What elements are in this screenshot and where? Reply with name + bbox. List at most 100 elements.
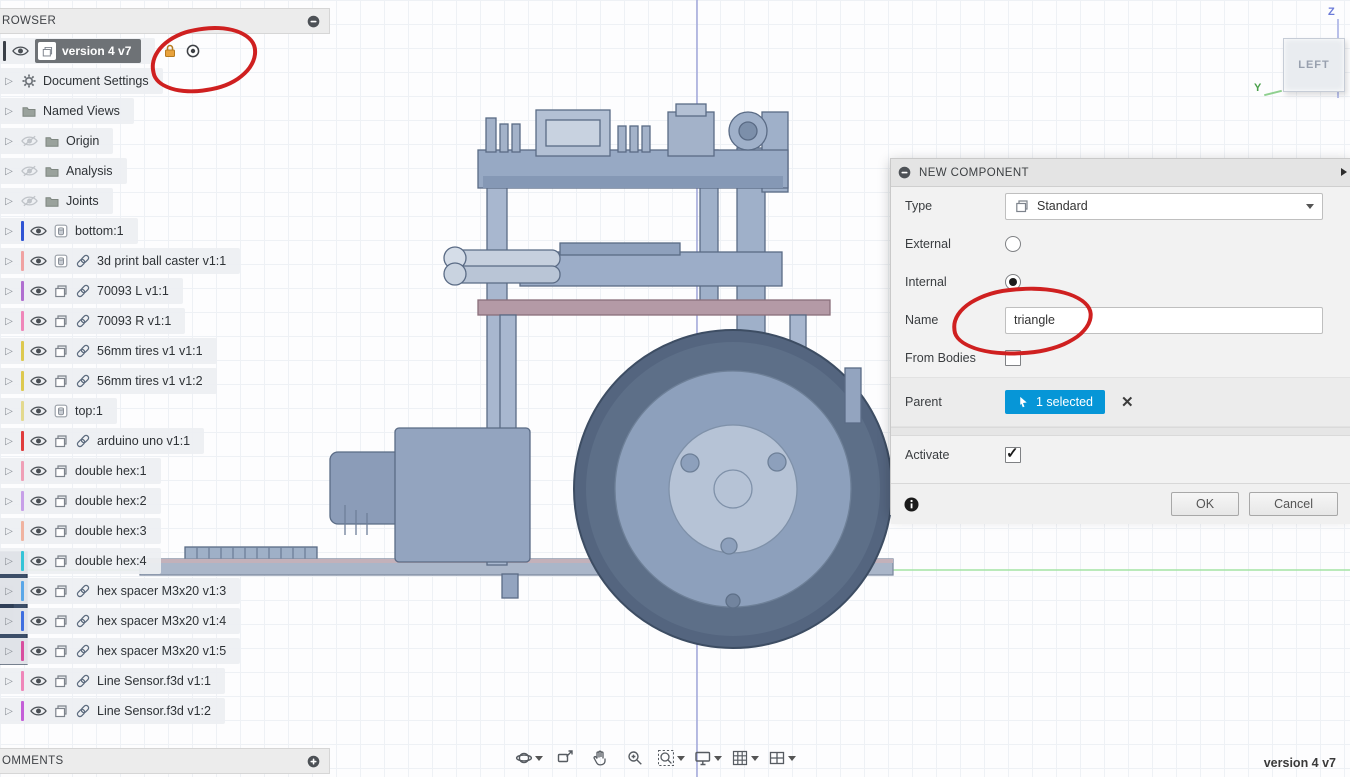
type-dropdown[interactable]: Standard bbox=[1005, 193, 1323, 220]
disclosure-arrow-icon[interactable]: ▷ bbox=[3, 106, 15, 117]
eye-slash-icon[interactable] bbox=[21, 135, 38, 147]
item-label: hex spacer M3x20 v1:4 bbox=[97, 614, 226, 628]
component-icon bbox=[53, 283, 69, 299]
disclosure-arrow-icon[interactable]: ▷ bbox=[3, 706, 15, 717]
eye-icon[interactable] bbox=[30, 465, 47, 477]
fit-icon[interactable] bbox=[654, 745, 688, 771]
eye-icon[interactable] bbox=[30, 555, 47, 567]
color-bar bbox=[21, 611, 24, 631]
expand-comments-icon[interactable] bbox=[306, 754, 321, 769]
eye-icon[interactable] bbox=[30, 285, 47, 297]
disclosure-arrow-icon[interactable]: ▷ bbox=[3, 226, 15, 237]
disclosure-arrow-icon[interactable]: ▷ bbox=[3, 256, 15, 267]
disclosure-arrow-icon[interactable]: ▷ bbox=[3, 616, 15, 627]
disclosure-arrow-icon[interactable]: ▷ bbox=[3, 496, 15, 507]
browser-tree-item[interactable]: ▷ top:1 bbox=[0, 396, 240, 426]
disclosure-arrow-icon[interactable]: ▷ bbox=[3, 196, 15, 207]
disclosure-arrow-icon[interactable]: ▷ bbox=[3, 586, 15, 597]
link-icon bbox=[75, 283, 91, 299]
eye-icon[interactable] bbox=[30, 495, 47, 507]
eye-icon[interactable] bbox=[30, 225, 47, 237]
eye-icon[interactable] bbox=[30, 525, 47, 537]
disclosure-arrow-icon[interactable]: ▷ bbox=[3, 286, 15, 297]
eye-icon[interactable] bbox=[30, 375, 47, 387]
disclosure-arrow-icon[interactable]: ▷ bbox=[3, 166, 15, 177]
pan-icon[interactable] bbox=[584, 745, 616, 771]
zoom-icon[interactable] bbox=[619, 745, 651, 771]
comments-panel-header[interactable]: OMMENTS bbox=[0, 748, 330, 774]
disclosure-arrow-icon[interactable]: ▷ bbox=[3, 346, 15, 357]
dialog-expand-icon[interactable] bbox=[1341, 168, 1347, 176]
viewports-icon[interactable] bbox=[765, 745, 799, 771]
browser-tree-item[interactable]: ▷ 3d print ball caster v1:1 bbox=[0, 246, 240, 276]
grid-snap-icon[interactable] bbox=[728, 745, 762, 771]
browser-tree-item[interactable]: ▷ hex spacer M3x20 v1:3 bbox=[0, 576, 240, 606]
folder-icon bbox=[44, 193, 60, 209]
browser-tree-item[interactable]: ▷ arduino uno v1:1 bbox=[0, 426, 240, 456]
browser-tree-item[interactable]: ▷ double hex:1 bbox=[0, 456, 240, 486]
browser-tree-item[interactable]: ▷ bottom:1 bbox=[0, 216, 240, 246]
dialog-header[interactable]: NEW COMPONENT bbox=[891, 159, 1350, 187]
cancel-button[interactable]: Cancel bbox=[1249, 492, 1338, 516]
browser-tree-item[interactable]: ▷ double hex:2 bbox=[0, 486, 240, 516]
display-settings-icon[interactable] bbox=[691, 745, 725, 771]
disclosure-arrow-icon[interactable]: ▷ bbox=[3, 466, 15, 477]
eye-icon[interactable] bbox=[30, 675, 47, 687]
eye-icon[interactable] bbox=[30, 585, 47, 597]
collapse-dialog-icon[interactable] bbox=[897, 165, 912, 180]
parent-selected-chip[interactable]: 1 selected bbox=[1005, 390, 1105, 414]
eye-icon[interactable] bbox=[30, 345, 47, 357]
browser-tree-item[interactable]: ▷ Line Sensor.f3d v1:2 bbox=[0, 696, 240, 726]
item-label: 70093 L v1:1 bbox=[97, 284, 169, 298]
view-cube[interactable]: Z LEFT Y bbox=[1252, 6, 1350, 101]
external-radio[interactable] bbox=[1005, 236, 1021, 252]
eye-icon[interactable] bbox=[30, 645, 47, 657]
parent-label: Parent bbox=[905, 395, 1005, 409]
browser-tree-item[interactable]: ▷ Line Sensor.f3d v1:1 bbox=[0, 666, 240, 696]
disclosure-arrow-icon[interactable]: ▷ bbox=[3, 646, 15, 657]
eye-icon[interactable] bbox=[30, 615, 47, 627]
browser-tree-item[interactable]: ▷ 56mm tires v1 v1:1 bbox=[0, 336, 240, 366]
disclosure-arrow-icon[interactable]: ▷ bbox=[3, 376, 15, 387]
eye-icon[interactable] bbox=[30, 255, 47, 267]
eye-icon[interactable] bbox=[30, 315, 47, 327]
disclosure-arrow-icon[interactable]: ▷ bbox=[3, 76, 15, 87]
viewcube-face-left[interactable]: LEFT bbox=[1283, 38, 1345, 92]
browser-tree-item[interactable]: ▷ Analysis bbox=[0, 156, 240, 186]
browser-tree-item[interactable]: ▷ Origin bbox=[0, 126, 240, 156]
browser-tree-item[interactable]: ▷ double hex:3 bbox=[0, 516, 240, 546]
collapse-browser-icon[interactable] bbox=[306, 14, 321, 29]
eye-icon[interactable] bbox=[30, 435, 47, 447]
info-icon[interactable] bbox=[903, 496, 920, 513]
eye-icon[interactable] bbox=[30, 405, 47, 417]
item-label: Line Sensor.f3d v1:2 bbox=[97, 704, 211, 718]
eye-icon[interactable] bbox=[30, 705, 47, 717]
clear-parent-icon[interactable]: ✕ bbox=[1121, 393, 1134, 411]
eye-icon[interactable] bbox=[12, 45, 29, 57]
disclosure-arrow-icon[interactable]: ▷ bbox=[3, 556, 15, 567]
nav-toolbar bbox=[512, 744, 799, 772]
browser-tree-item[interactable]: ▷ 56mm tires v1 v1:2 bbox=[0, 366, 240, 396]
eye-slash-icon[interactable] bbox=[21, 165, 38, 177]
activate-row: Activate bbox=[891, 436, 1350, 474]
disclosure-arrow-icon[interactable]: ▷ bbox=[3, 406, 15, 417]
browser-tree-item[interactable]: ▷ hex spacer M3x20 v1:4 bbox=[0, 606, 240, 636]
browser-tree-item[interactable]: ▷ hex spacer M3x20 v1:5 bbox=[0, 636, 240, 666]
browser-tree-item[interactable]: ▷ 70093 L v1:1 bbox=[0, 276, 240, 306]
browser-tree-item[interactable]: ▷ double hex:4 bbox=[0, 546, 240, 576]
browser-tree-item[interactable]: ▷ Named Views bbox=[0, 96, 240, 126]
browser-tree-item[interactable]: ▷ 70093 R v1:1 bbox=[0, 306, 240, 336]
root-component-pill[interactable]: version 4 v7 bbox=[35, 39, 141, 63]
activate-checkbox[interactable] bbox=[1005, 447, 1021, 463]
browser-tree-item[interactable]: ▷ Joints bbox=[0, 186, 240, 216]
disclosure-arrow-icon[interactable]: ▷ bbox=[3, 526, 15, 537]
look-at-icon[interactable] bbox=[549, 745, 581, 771]
disclosure-arrow-icon[interactable]: ▷ bbox=[3, 436, 15, 447]
orbit-icon[interactable] bbox=[512, 745, 546, 771]
eye-slash-icon[interactable] bbox=[21, 195, 38, 207]
disclosure-arrow-icon[interactable]: ▷ bbox=[3, 316, 15, 327]
disclosure-arrow-icon[interactable]: ▷ bbox=[3, 136, 15, 147]
browser-panel-header[interactable]: ROWSER bbox=[0, 8, 330, 34]
ok-button[interactable]: OK bbox=[1171, 492, 1239, 516]
disclosure-arrow-icon[interactable]: ▷ bbox=[3, 676, 15, 687]
